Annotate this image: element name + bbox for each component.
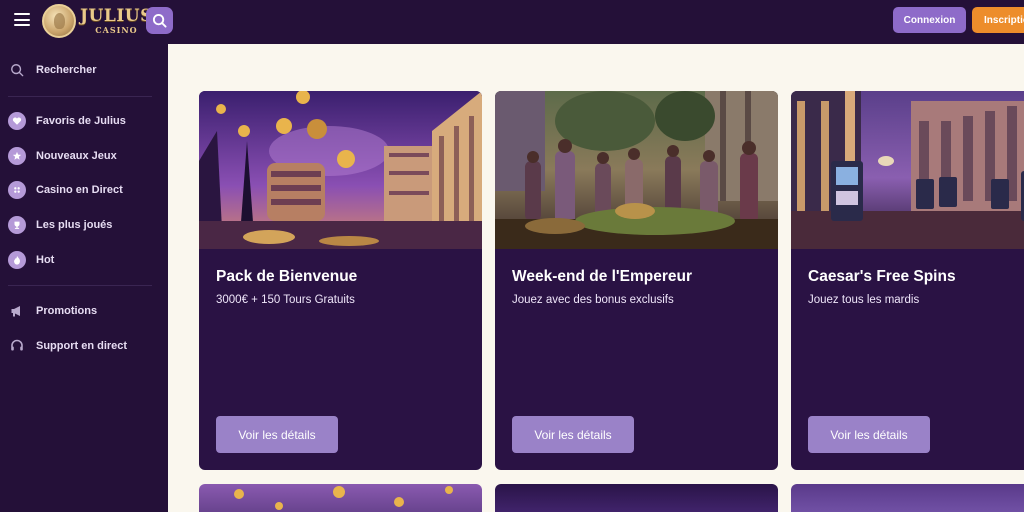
sidebar-item-live-casino[interactable]: Casino en Direct — [8, 180, 123, 200]
sidebar-item-label: Support en direct — [36, 340, 128, 352]
sidebar-item-hot[interactable]: Hot — [8, 250, 54, 270]
live-casino-icon — [8, 181, 26, 199]
headset-icon — [8, 337, 26, 355]
sidebar-item-new-games[interactable]: Nouveaux Jeux — [8, 146, 117, 166]
sidebar-item-support[interactable]: Support en direct — [8, 336, 127, 356]
promo-card-partial[interactable] — [199, 484, 482, 512]
trophy-icon — [8, 216, 26, 234]
promo-details-button[interactable]: Voir les détails — [216, 416, 338, 453]
sidebar-search[interactable]: Rechercher — [8, 60, 97, 80]
promo-card-partial[interactable] — [495, 484, 778, 512]
sidebar-item-label: Les plus joués — [36, 219, 113, 231]
promo-image-colosseum — [199, 91, 482, 249]
sidebar-item-label: Hot — [36, 254, 55, 266]
promo-subtitle: Jouez avec des bonus exclusifs — [512, 294, 674, 306]
sidebar-item-promotions[interactable]: Promotions — [8, 301, 97, 321]
sidebar-search-label: Rechercher — [36, 64, 97, 76]
search-button[interactable] — [146, 7, 173, 34]
promo-card-emperor-weekend[interactable]: Week-end de l'Empereur Jouez avec des bo… — [495, 91, 778, 470]
top-bar: JULIUS CASINO Connexion Inscription — [0, 0, 1024, 44]
sidebar-item-favorites[interactable]: Favoris de Julius — [8, 111, 126, 131]
promo-image-slot-hall — [791, 91, 1024, 249]
sidebar-item-label: Nouveaux Jeux — [36, 150, 117, 162]
signup-button[interactable]: Inscription — [972, 7, 1024, 33]
star-icon — [8, 147, 26, 165]
sidebar-item-most-played[interactable]: Les plus joués — [8, 215, 112, 235]
heart-icon — [8, 112, 26, 130]
sidebar: Rechercher Favoris de Julius Nouveaux Je… — [0, 44, 168, 512]
flame-icon — [8, 251, 26, 269]
promo-details-button[interactable]: Voir les détails — [512, 416, 634, 453]
promo-image-roman-feast — [495, 91, 778, 249]
logo-title: JULIUS — [80, 6, 153, 26]
promo-title: Caesar's Free Spins — [808, 268, 956, 285]
promo-title: Week-end de l'Empereur — [512, 268, 692, 285]
logo-medallion-icon — [42, 4, 76, 38]
promo-card-partial[interactable] — [791, 484, 1024, 512]
sidebar-item-label: Favoris de Julius — [36, 115, 126, 127]
promotions-grid: Pack de Bienvenue 3000€ + 150 Tours Grat… — [168, 44, 1024, 512]
promo-subtitle: 3000€ + 150 Tours Gratuits — [216, 294, 355, 306]
promo-card-caesar-free-spins[interactable]: Caesar's Free Spins Jouez tous les mardi… — [791, 91, 1024, 470]
sidebar-item-label: Promotions — [36, 305, 98, 317]
search-icon — [8, 61, 26, 79]
sidebar-item-label: Casino en Direct — [36, 184, 123, 196]
search-icon — [152, 13, 167, 28]
login-button[interactable]: Connexion — [893, 7, 966, 33]
sidebar-divider — [8, 285, 152, 286]
sidebar-divider — [8, 96, 152, 97]
megaphone-icon — [8, 302, 26, 320]
promo-subtitle: Jouez tous les mardis — [808, 294, 920, 306]
casino-logo[interactable]: JULIUS CASINO — [42, 2, 153, 40]
logo-subtitle: CASINO — [95, 25, 138, 35]
promo-details-button[interactable]: Voir les détails — [808, 416, 930, 453]
promo-title: Pack de Bienvenue — [216, 268, 358, 285]
promo-card-welcome[interactable]: Pack de Bienvenue 3000€ + 150 Tours Grat… — [199, 91, 482, 470]
promo-image-coins — [234, 486, 453, 510]
menu-icon[interactable] — [14, 13, 30, 27]
